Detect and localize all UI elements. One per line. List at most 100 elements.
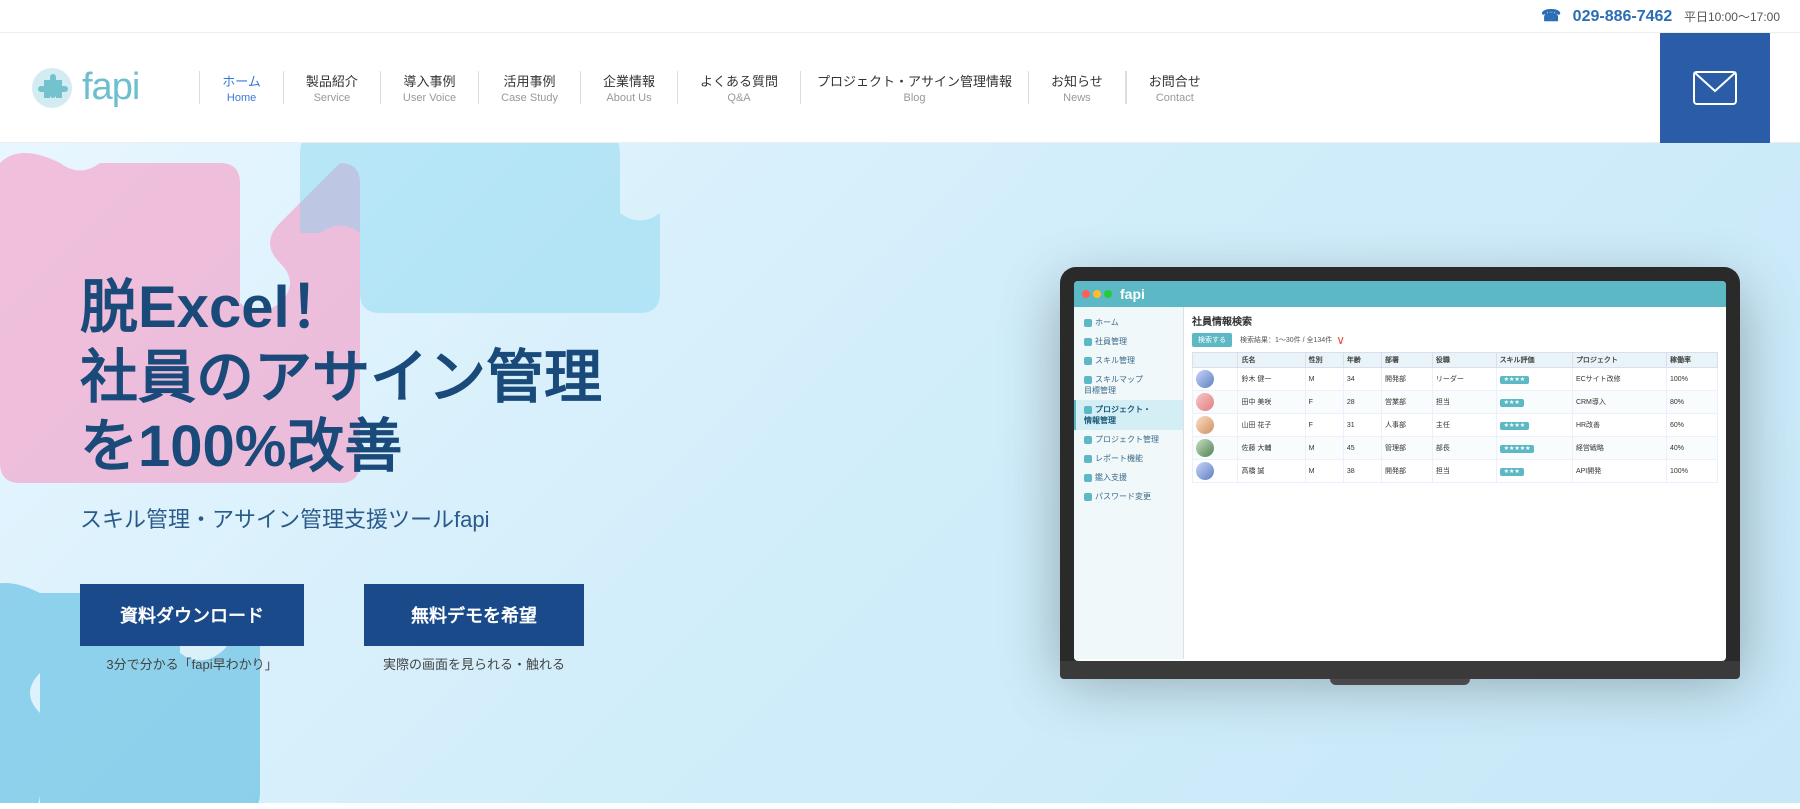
headline-line2: 社員のアサイン管理	[80, 345, 602, 410]
logo-text: fapi	[82, 66, 139, 109]
nav-item-qa-en: Q&A	[727, 92, 750, 104]
cell-name: 鈴木 健一	[1238, 368, 1305, 391]
cell-age: 31	[1343, 414, 1381, 437]
sidebar-employee[interactable]: 社員管理	[1074, 332, 1183, 351]
cell-gender: M	[1305, 368, 1343, 391]
cell-avatar	[1193, 368, 1238, 391]
cell-rate: 40%	[1667, 437, 1718, 460]
cell-dept: 管理部	[1382, 437, 1433, 460]
cell-age: 45	[1343, 437, 1381, 460]
nav-item-blog-en: Blog	[904, 92, 926, 104]
screen-page-title: 社員情報検索	[1192, 313, 1718, 328]
phone-number-text: 029-886-7462	[1573, 8, 1673, 25]
screen-body: ホーム 社員管理 スキル管理 スキルマップ目標管理 プロジェクト・情報管理 プロ…	[1074, 307, 1726, 659]
cell-dept: 人事部	[1382, 414, 1433, 437]
header: fapi ホーム Home 製品紹介 Service 導入事例 User Voi…	[0, 33, 1800, 143]
cell-rate: 100%	[1667, 460, 1718, 483]
hero-section: 脱Excel！ 社員のアサイン管理 を100%改善 スキル管理・アサイン管理支援…	[0, 143, 1800, 803]
table-row[interactable]: 田中 美咲 F 28 営業部 担当 ★★★ CRM導入 80%	[1193, 391, 1718, 414]
cell-project: API開発	[1572, 460, 1666, 483]
cell-dept: 開発部	[1382, 460, 1433, 483]
cell-gender: F	[1305, 414, 1343, 437]
cell-avatar	[1193, 437, 1238, 460]
cell-name: 山田 花子	[1238, 414, 1305, 437]
nav-item-contact-ja: お問合せ	[1149, 71, 1201, 90]
nav-item-service[interactable]: 製品紹介 Service	[284, 71, 381, 104]
nav-item-home[interactable]: ホーム Home	[199, 71, 284, 104]
nav-item-uservoice-ja: 導入事例	[404, 71, 456, 90]
nav-item-service-en: Service	[314, 92, 351, 104]
employee-table: 氏名 性別 年齢 部署 役職 スキル評価 プロジェクト 稼働率	[1192, 352, 1718, 483]
laptop-screen: fapi ホーム 社員管理 スキル管理 スキルマップ目標管理 プロジェクト・情報…	[1074, 281, 1726, 661]
nav-item-aboutus[interactable]: 企業情報 About Us	[581, 71, 678, 104]
col-age: 年齢	[1343, 353, 1381, 368]
col-project: プロジェクト	[1572, 353, 1666, 368]
nav-item-contact[interactable]: お問合せ Contact	[1126, 71, 1223, 104]
logo-link[interactable]: fapi	[30, 66, 139, 110]
hero-headline: 脱Excel！ 社員のアサイン管理 を100%改善	[80, 273, 602, 482]
cell-dept: 営業部	[1382, 391, 1433, 414]
cell-skill: ★★★★★	[1496, 437, 1572, 460]
table-row[interactable]: 佐藤 大輔 M 45 管理部 部長 ★★★★★ 経営戦略 40%	[1193, 437, 1718, 460]
cell-project: HR改善	[1572, 414, 1666, 437]
sidebar-projmgmt[interactable]: プロジェクト管理	[1074, 430, 1183, 449]
cell-skill: ★★★★	[1496, 414, 1572, 437]
headline-line3: を100%改善	[80, 414, 402, 479]
nav-item-home-ja: ホーム	[222, 71, 261, 90]
col-dept: 部署	[1382, 353, 1433, 368]
close-dot	[1082, 290, 1090, 298]
cell-gender: M	[1305, 437, 1343, 460]
screen-logo-text: fapi	[1120, 286, 1145, 302]
cell-project: CRM導入	[1572, 391, 1666, 414]
nav-item-qa-ja: よくある質問	[700, 71, 778, 90]
sidebar-project[interactable]: プロジェクト・情報管理	[1074, 400, 1183, 430]
sidebar-password[interactable]: パスワード変更	[1074, 487, 1183, 506]
nav-item-uservoice[interactable]: 導入事例 User Voice	[381, 71, 479, 104]
result-count: 検索結果：1〜30件 / 全134件	[1240, 335, 1332, 345]
cell-avatar	[1193, 414, 1238, 437]
headline-line1: 脱Excel！	[80, 275, 348, 340]
hero-content: 脱Excel！ 社員のアサイン管理 を100%改善 スキル管理・アサイン管理支援…	[80, 273, 602, 673]
cell-project: 経営戦略	[1572, 437, 1666, 460]
table-row[interactable]: 山田 花子 F 31 人事部 主任 ★★★★ HR改善 60%	[1193, 414, 1718, 437]
window-controls	[1082, 290, 1112, 298]
mail-button[interactable]	[1660, 33, 1770, 143]
nav-item-qa[interactable]: よくある質問 Q&A	[678, 71, 801, 104]
cell-age: 28	[1343, 391, 1381, 414]
cell-avatar	[1193, 460, 1238, 483]
nav-item-news-en: News	[1063, 92, 1091, 104]
demo-caption: 実際の画面を見られる・触れる	[383, 654, 565, 673]
cell-role: 担当	[1432, 460, 1496, 483]
demo-button[interactable]: 無料デモを希望	[364, 584, 584, 646]
dropdown-arrow[interactable]: ∨	[1336, 333, 1345, 347]
table-row[interactable]: 高橋 誠 M 38 開発部 担当 ★★★ API開発 100%	[1193, 460, 1718, 483]
download-button[interactable]: 資料ダウンロード	[80, 584, 304, 646]
cell-skill: ★★★	[1496, 391, 1572, 414]
cell-avatar	[1193, 391, 1238, 414]
sidebar-report[interactable]: レポート機能	[1074, 449, 1183, 468]
minimize-dot	[1093, 290, 1101, 298]
sidebar-home[interactable]: ホーム	[1074, 313, 1183, 332]
sidebar-support[interactable]: 鑑入支援	[1074, 468, 1183, 487]
search-button[interactable]: 検索する	[1192, 333, 1232, 347]
laptop-mockup: fapi ホーム 社員管理 スキル管理 スキルマップ目標管理 プロジェクト・情報…	[1060, 267, 1740, 679]
col-rate: 稼働率	[1667, 353, 1718, 368]
table-row[interactable]: 鈴木 健一 M 34 開発部 リーダー ★★★★ ECサイト改修 100%	[1193, 368, 1718, 391]
sidebar-skill[interactable]: スキル管理	[1074, 351, 1183, 370]
nav-item-uservoice-en: User Voice	[403, 92, 456, 104]
col-role: 役職	[1432, 353, 1496, 368]
cell-rate: 60%	[1667, 414, 1718, 437]
cell-role: リーダー	[1432, 368, 1496, 391]
nav-item-service-ja: 製品紹介	[306, 71, 358, 90]
nav-item-casestudy[interactable]: 活用事例 Case Study	[479, 71, 581, 104]
cell-rate: 100%	[1667, 368, 1718, 391]
sidebar-skillmap[interactable]: スキルマップ目標管理	[1074, 370, 1183, 400]
main-nav: ホーム Home 製品紹介 Service 導入事例 User Voice 活用…	[199, 71, 1660, 104]
cell-project: ECサイト改修	[1572, 368, 1666, 391]
laptop-base	[1060, 661, 1740, 679]
hero-subtext: スキル管理・アサイン管理支援ツールfapi	[80, 502, 602, 534]
nav-item-news[interactable]: お知らせ News	[1029, 71, 1126, 104]
table-header-row: 氏名 性別 年齢 部署 役職 スキル評価 プロジェクト 稼働率	[1193, 353, 1718, 368]
nav-item-blog[interactable]: プロジェクト・アサイン管理情報 Blog	[801, 71, 1029, 104]
cell-gender: M	[1305, 460, 1343, 483]
